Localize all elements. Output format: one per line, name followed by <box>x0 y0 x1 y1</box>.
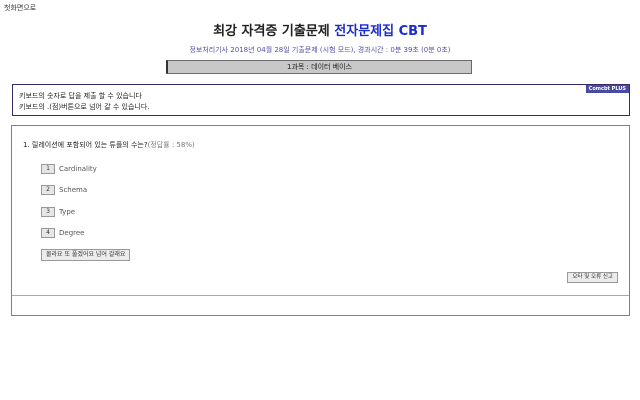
home-link[interactable]: 첫화면으로 <box>4 3 36 13</box>
info-line-2: 키보드의 .(점)버튼으로 넘어 갈 수 있습니다. <box>19 103 150 111</box>
divider <box>12 295 629 296</box>
exam-subtitle: 정보처리기사 2018년 04월 28일 기출문제 (시험 모드), 경과시간 … <box>189 46 451 54</box>
question-text: 1. 릴레이션에 포함되어 있는 튜플의 수는?(정답률 : 58%) <box>23 140 195 150</box>
title-accent: 전자문제집 CBT <box>334 24 427 39</box>
option-4[interactable]: 4 Degree <box>41 227 84 238</box>
option-4-button[interactable]: 4 <box>41 227 55 238</box>
option-2[interactable]: 2 Schema <box>41 184 87 195</box>
section-bar: 1과목 : 데이터 베이스 <box>166 60 472 74</box>
option-3[interactable]: 3 Type <box>41 206 75 217</box>
skip-button[interactable]: 몰라요 또 풀겠어요 넘어 갈래요 <box>41 249 131 261</box>
title-main: 최강 자격증 기출문제 <box>213 24 335 39</box>
option-1-label[interactable]: Cardinality <box>59 165 97 173</box>
option-1-button[interactable]: 1 <box>41 163 55 174</box>
option-4-label[interactable]: Degree <box>59 229 84 237</box>
page-title: 최강 자격증 기출문제 전자문제집 CBT <box>0 20 640 39</box>
option-2-button[interactable]: 2 <box>41 184 55 195</box>
correct-rate: (정답률 : 58%) <box>147 141 195 149</box>
option-2-label[interactable]: Schema <box>59 186 87 194</box>
question-body: 1. 릴레이션에 포함되어 있는 튜플의 수는? <box>23 141 148 149</box>
option-3-button[interactable]: 3 <box>41 206 55 217</box>
option-1[interactable]: 1 Cardinality <box>41 163 97 174</box>
report-error-button[interactable]: 오타 및 오류 신고 <box>567 272 618 283</box>
question-panel: 1. 릴레이션에 포함되어 있는 튜플의 수는?(정답률 : 58%) 1 Ca… <box>11 125 630 316</box>
info-line-1: 키보드의 숫자로 답을 제출 할 수 있습니다 <box>19 92 142 100</box>
info-box: 키보드의 숫자로 답을 제출 할 수 있습니다 키보드의 .(점)버튼으로 넘어… <box>12 84 630 116</box>
option-3-label[interactable]: Type <box>59 208 75 216</box>
comcbt-badge: Comcbt PLUS <box>585 85 629 93</box>
